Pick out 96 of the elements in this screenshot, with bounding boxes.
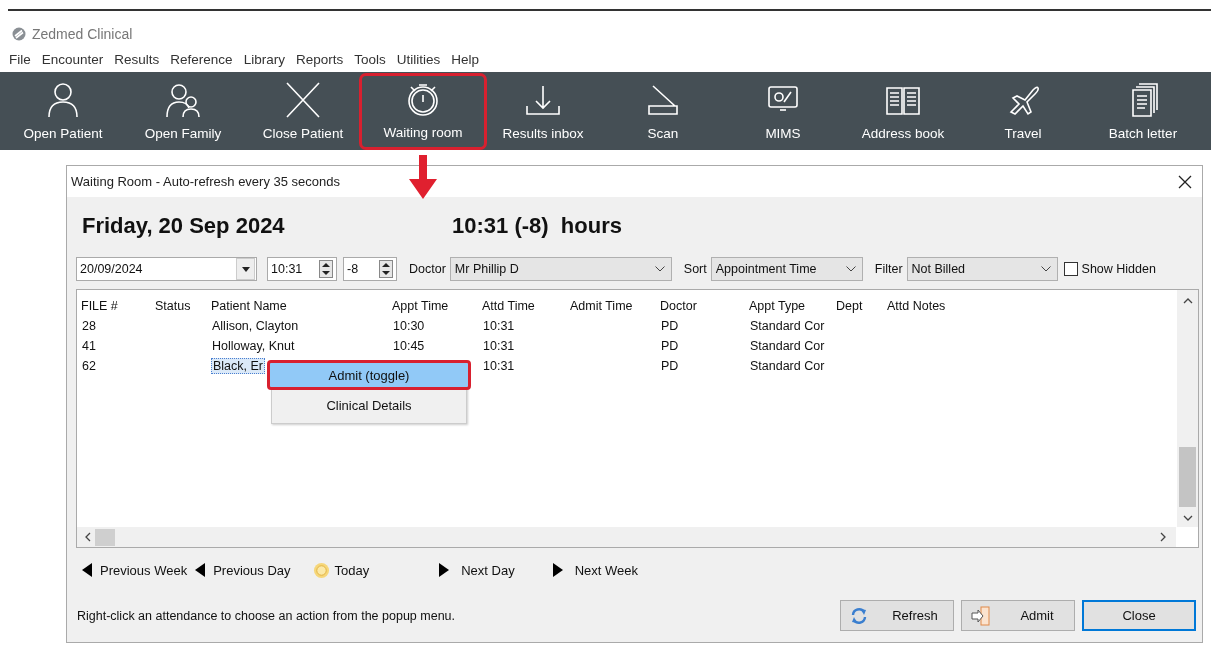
sort-dropdown[interactable]: Appointment Time — [710, 257, 863, 281]
callout-arrow — [409, 155, 437, 199]
time-heading: 10:31 (-8) hours — [452, 213, 622, 239]
table-cell: PD — [660, 319, 680, 333]
table-cell: Black, Er — [211, 358, 265, 374]
table-cell: Standard Cor — [749, 339, 826, 353]
spinner-arrows-icon — [379, 260, 393, 278]
filter-dropdown[interactable]: Not Billed — [906, 257, 1058, 281]
menu-item[interactable]: File — [9, 51, 31, 67]
table-cell: 10:45 — [392, 339, 426, 353]
chevron-down-icon — [654, 266, 665, 272]
cross-icon — [283, 82, 323, 118]
chevron-down-icon — [1040, 266, 1051, 272]
refresh-icon — [849, 605, 869, 626]
dialog-title: Waiting Room - Auto-refresh every 35 seconds — [71, 174, 341, 189]
column-header[interactable]: Appt Type — [749, 299, 836, 313]
app-title: Zedmed Clinical — [32, 26, 133, 42]
navigation-link[interactable]: Previous Week — [82, 562, 188, 578]
sort-label: Sort — [683, 262, 707, 276]
table-cell: Holloway, Knut — [211, 339, 296, 353]
triangle-right-icon — [552, 563, 563, 577]
navigation-link[interactable]: Previous Day — [195, 562, 291, 578]
table-cell: 28 — [81, 319, 97, 333]
column-header[interactable]: Attd Time — [482, 299, 570, 313]
toolbar-button[interactable]: Open Patient — [3, 72, 123, 150]
menu-item[interactable]: Results — [114, 51, 160, 67]
toolbar-button[interactable]: Scan — [603, 72, 723, 150]
triangle-right-icon — [439, 563, 450, 577]
table-cell: Standard Cor — [749, 359, 826, 373]
table-cell: Allison, Clayton — [211, 319, 300, 333]
doctor-dropdown[interactable]: Mr Phillip D — [449, 257, 672, 281]
column-header[interactable]: Patient Name — [211, 299, 392, 313]
admit-button[interactable]: Admit — [961, 600, 1075, 631]
app-logo-icon — [12, 27, 26, 41]
scroll-right-icon[interactable] — [1160, 532, 1166, 542]
toolbar-button[interactable]: Batch letter — [1083, 72, 1203, 150]
column-header[interactable]: Status — [155, 299, 211, 313]
hint-text: Right-click an attendance to choose an action from the popup menu. — [76, 608, 455, 623]
table-cell: Standard Cor — [749, 319, 826, 333]
scroll-up-icon[interactable] — [1182, 298, 1193, 304]
table-cell: 10:30 — [392, 319, 426, 333]
triangle-left-icon — [82, 563, 92, 577]
column-header[interactable]: FILE # — [81, 299, 155, 313]
toolbar-button[interactable]: Waiting room — [359, 73, 487, 150]
triangle-left-icon — [195, 563, 206, 577]
close-button[interactable]: Close — [1082, 600, 1196, 631]
scrollbar-thumb[interactable] — [1179, 447, 1196, 507]
dropdown-arrow-icon — [241, 266, 250, 272]
table-cell: PD — [660, 339, 680, 353]
people-icon — [163, 82, 203, 118]
menu-item[interactable]: Reports — [295, 51, 344, 67]
date-dropdown[interactable]: 20/09/2024 — [76, 257, 257, 281]
close-icon[interactable] — [1178, 174, 1192, 189]
table-cell: 10:31 — [482, 339, 516, 353]
toolbar-button[interactable]: Travel — [963, 72, 1083, 150]
scroll-down-icon[interactable] — [1182, 515, 1193, 521]
table-cell: 41 — [81, 339, 97, 353]
door-arrow-icon — [970, 604, 992, 627]
column-header[interactable]: Dept — [836, 299, 887, 313]
menu-item[interactable]: Reference — [170, 51, 233, 67]
navigation-link[interactable]: Next Week — [552, 562, 638, 578]
column-header[interactable]: Attd Notes — [887, 299, 1167, 313]
menu-item[interactable]: Library — [243, 51, 285, 67]
toolbar-button[interactable]: MIMS — [723, 72, 843, 150]
table-cell: 10:31 — [482, 319, 516, 333]
menu-item[interactable]: Help — [451, 51, 479, 67]
horizontal-scrollbar[interactable] — [77, 527, 1176, 547]
sun-icon — [312, 561, 330, 579]
column-header[interactable]: Appt Time — [392, 299, 482, 313]
menu-item[interactable]: Utilities — [396, 51, 441, 67]
refresh-button[interactable]: Refresh — [840, 600, 954, 631]
toolbar-button[interactable]: Address book — [843, 72, 963, 150]
doctor-label: Doctor — [409, 262, 446, 276]
table-cell: 62 — [81, 359, 97, 373]
menu-item[interactable]: Encounter — [41, 51, 104, 67]
date-heading: Friday, 20 Sep 2024 — [82, 213, 286, 239]
show-hidden-checkbox[interactable] — [1063, 262, 1078, 276]
time-spinner[interactable]: 10:31 — [267, 257, 337, 281]
table-cell: PD — [660, 359, 680, 373]
context-menu-item[interactable]: Clinical Details — [273, 393, 465, 417]
table-cell: 10:31 — [482, 359, 516, 373]
filter-label: Filter — [874, 262, 903, 276]
vertical-scrollbar[interactable] — [1177, 290, 1198, 527]
navigation-link[interactable]: Next Day — [439, 562, 515, 578]
column-header[interactable]: Doctor — [660, 299, 749, 313]
scrollbar-thumb[interactable] — [95, 528, 115, 546]
scroll-left-icon[interactable] — [85, 532, 91, 542]
checkbox-label: Show Hidden — [1081, 262, 1156, 276]
chevron-down-icon — [845, 266, 856, 272]
navigation-link[interactable]: Today — [312, 561, 370, 579]
spinner-arrows-icon — [319, 260, 333, 278]
menu-item[interactable]: Tools — [354, 51, 386, 67]
column-header[interactable]: Admit Time — [570, 299, 660, 313]
toolbar-button[interactable]: Open Family — [123, 72, 243, 150]
offset-spinner[interactable]: -8 — [343, 257, 397, 281]
context-menu-item[interactable]: Admit (toggle) — [267, 360, 471, 390]
